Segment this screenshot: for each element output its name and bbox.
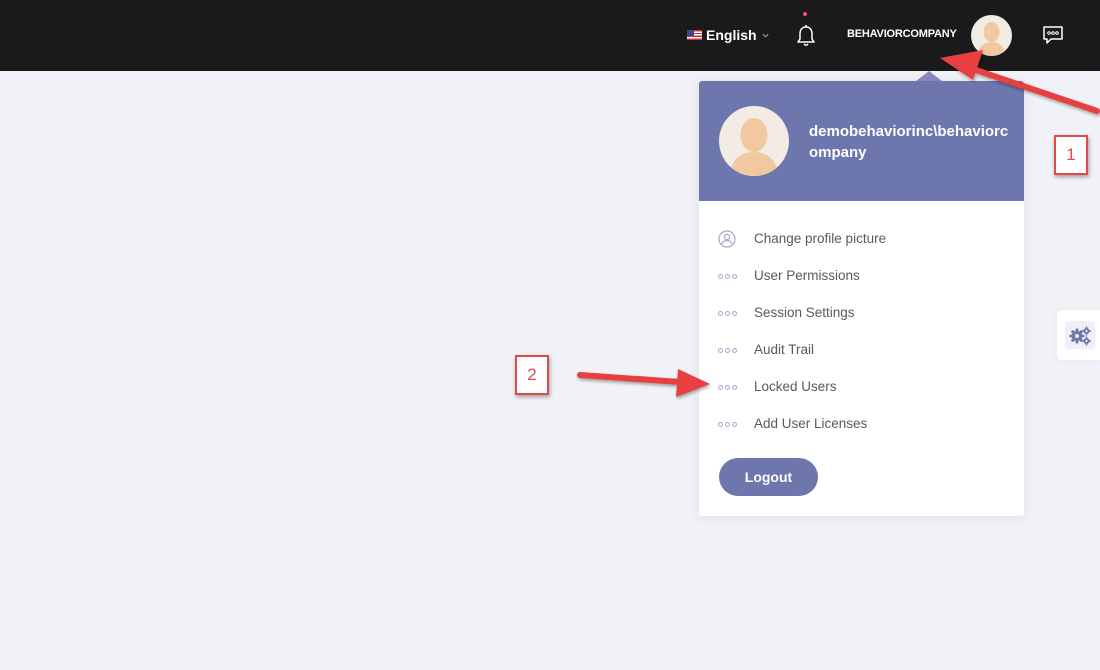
username-link[interactable]: BEHAVIORCOMPANY (847, 28, 957, 40)
arrow-2 (577, 369, 710, 397)
avatar-silhouette-icon (719, 106, 789, 176)
annotation-badge-1: 1 (1054, 135, 1088, 175)
notification-dot (803, 12, 807, 16)
menu-item-change-profile-picture[interactable]: Change profile picture (699, 224, 1024, 254)
menu-item-label: Session Settings (754, 305, 855, 320)
dropdown-avatar (719, 106, 789, 176)
menu-item-label: User Permissions (754, 268, 860, 283)
language-selector[interactable]: English (687, 26, 770, 44)
dots-icon (718, 304, 738, 322)
user-avatar[interactable] (971, 15, 1012, 56)
menu-item-session-settings[interactable]: Session Settings (699, 298, 1024, 328)
quick-settings-toggle[interactable] (1057, 310, 1100, 360)
dots-icon (718, 267, 738, 285)
menu-item-audit-trail[interactable]: Audit Trail (699, 335, 1024, 365)
logout-button[interactable]: Logout (719, 458, 818, 496)
menu-item-label: Add User Licenses (754, 416, 868, 431)
dropdown-header: demobehaviorinc\behaviorcompany (699, 81, 1024, 201)
avatar-silhouette-icon (971, 15, 1012, 56)
menu-item-user-permissions[interactable]: User Permissions (699, 261, 1024, 291)
dots-icon (718, 415, 738, 433)
menu-item-label: Locked Users (754, 379, 837, 394)
menu-item-label: Change profile picture (754, 231, 887, 246)
dots-icon (718, 341, 738, 359)
annotation-badge-2: 2 (515, 355, 549, 395)
menu-item-add-user-licenses[interactable]: Add User Licenses (699, 409, 1024, 439)
top-navigation-bar: English BEHAVIORCOMPANY (0, 0, 1100, 71)
profile-picture-icon (718, 230, 738, 248)
chevron-down-icon (761, 33, 769, 38)
chat-icon[interactable] (1042, 24, 1064, 46)
language-label: English (706, 27, 757, 43)
user-dropdown-menu: demobehaviorinc\behaviorcompany Change p… (699, 81, 1024, 516)
menu-item-label: Audit Trail (754, 342, 815, 357)
bell-icon[interactable] (795, 24, 817, 48)
dropdown-caret (916, 71, 942, 81)
us-flag-icon (687, 30, 702, 40)
gears-icon (1065, 321, 1095, 349)
menu-item-locked-users[interactable]: Locked Users (699, 372, 1024, 402)
account-name: demobehaviorinc\behaviorcompany (809, 123, 1009, 161)
dots-icon (718, 378, 738, 396)
